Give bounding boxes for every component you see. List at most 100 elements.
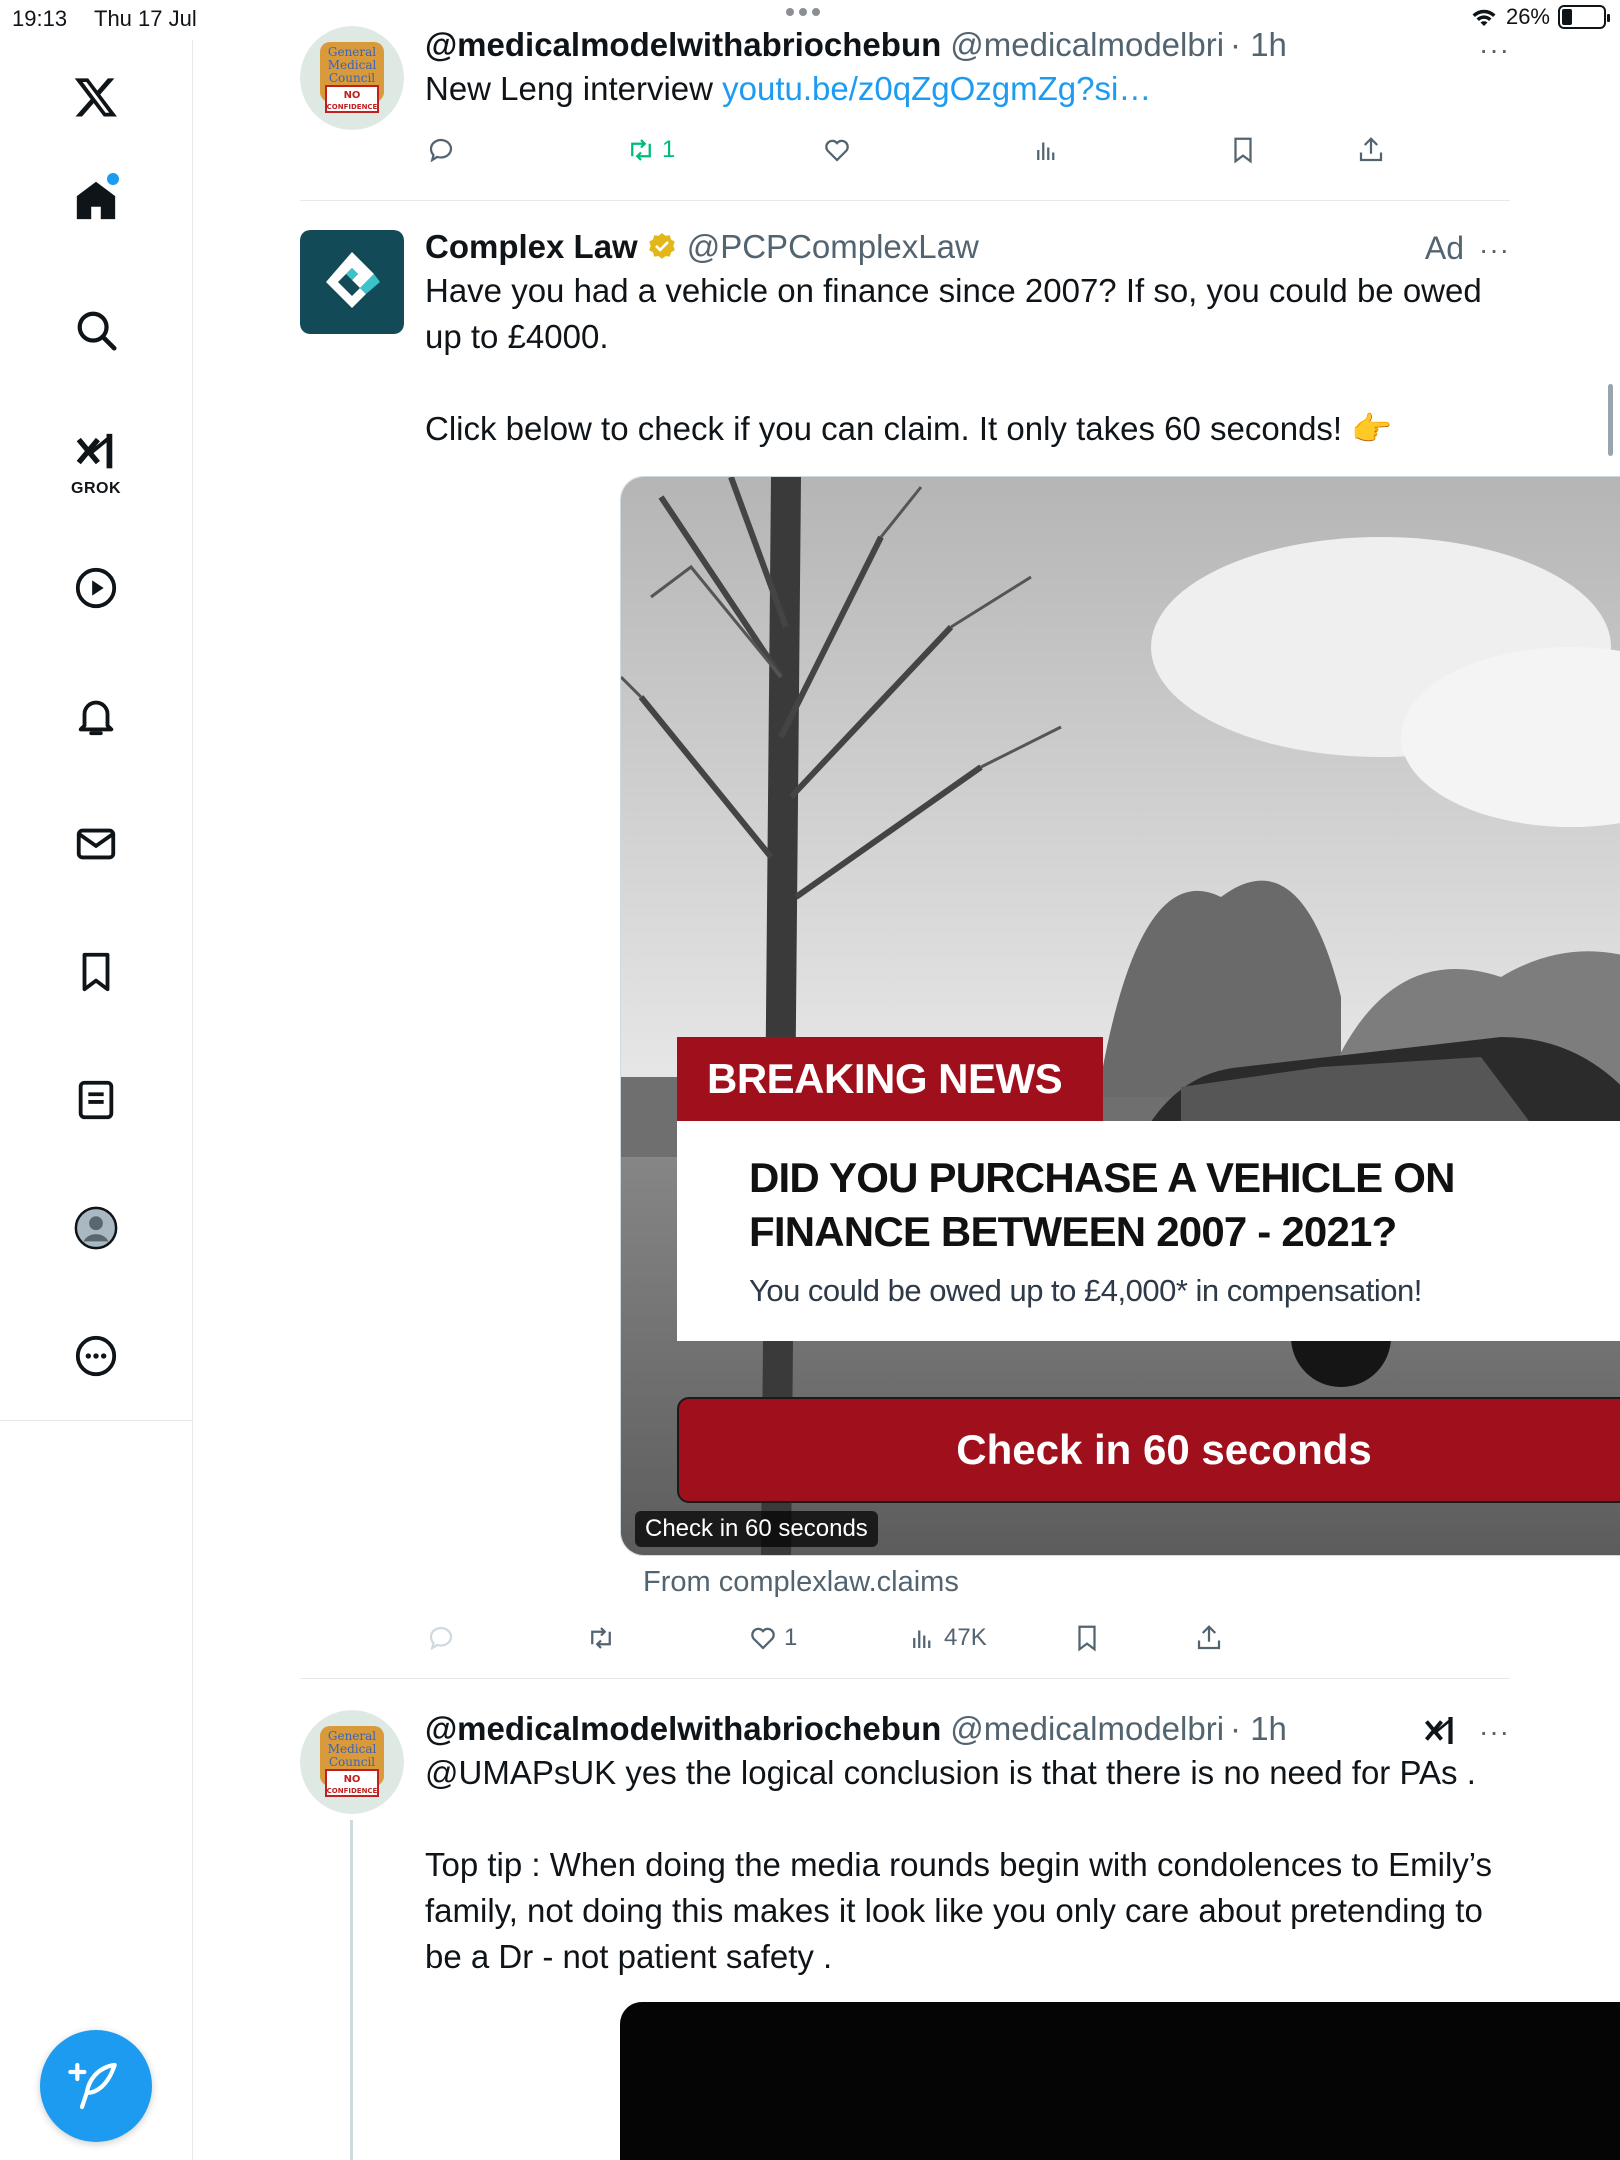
avatar[interactable]: General Medical Council NO CONFIDENCE <box>300 1710 404 1814</box>
lists-icon[interactable] <box>63 1067 129 1133</box>
retweet-button[interactable] <box>586 1623 616 1653</box>
bookmark-icon <box>1078 1625 1096 1652</box>
tweet-header: @medicalmodelwithabriochebun @medicalmod… <box>425 1710 1515 1748</box>
like-button[interactable] <box>822 135 852 165</box>
heart-icon <box>825 139 849 162</box>
avatar[interactable]: General Medical Council NO CONFIDENCE <box>300 26 404 130</box>
more-options-button[interactable]: ··· <box>1479 1716 1510 1748</box>
share-button[interactable] <box>1194 1623 1224 1653</box>
status-time: 19:13 <box>12 6 68 31</box>
bookmark-button[interactable] <box>1072 1623 1102 1653</box>
retweet-count: 1 <box>662 136 676 163</box>
timeline-feed[interactable]: General Medical Council NO CONFIDENCE @m… <box>194 0 1620 2160</box>
scrollbar-thumb[interactable] <box>1608 384 1613 456</box>
thread-line <box>350 1820 353 2160</box>
x-logo-icon[interactable] <box>63 64 129 130</box>
avatar-text-council: Council <box>329 1755 375 1769</box>
retweet-icon <box>631 139 651 161</box>
ad-headline-box: DID YOU PURCHASE A VEHICLE ON FINANCE BE… <box>677 1121 1620 1341</box>
share-icon <box>1359 137 1383 162</box>
avatar-text-confidence: CONFIDENCE <box>327 103 378 111</box>
display-name[interactable]: @medicalmodelwithabriochebun <box>425 26 941 64</box>
grok-icon[interactable] <box>63 420 129 486</box>
handle[interactable]: @PCPComplexLaw <box>687 228 979 266</box>
reply-button[interactable] <box>426 1623 456 1653</box>
tweet-text: New Leng interview youtu.be/z0qZgOzgmZg?… <box>425 66 1515 112</box>
avatar-text-no: NO <box>344 1774 361 1785</box>
tweet-text-line: Have you had a vehicle on finance since … <box>425 272 1482 355</box>
compose-button[interactable] <box>40 2030 152 2142</box>
tweet[interactable]: General Medical Council NO CONFIDENCE @m… <box>300 26 1510 196</box>
ad-headline: DID YOU PURCHASE A VEHICLE ON FINANCE BE… <box>749 1154 1455 1255</box>
sidebar-divider <box>0 1420 193 1421</box>
retweet-button[interactable]: 1 <box>626 135 675 165</box>
home-icon[interactable] <box>63 167 129 233</box>
share-button[interactable] <box>1356 135 1386 165</box>
profile-icon[interactable] <box>63 1195 129 1261</box>
notifications-icon[interactable] <box>63 683 129 749</box>
more-options-button[interactable]: ··· <box>1479 234 1510 266</box>
retweet-icon <box>591 1627 611 1649</box>
tweet-media[interactable] <box>620 2002 1620 2160</box>
ad-label: Ad <box>1424 230 1464 266</box>
ad-subline: You could be owed up to £4,000* in compe… <box>749 1273 1422 1308</box>
like-count: 1 <box>784 1624 798 1651</box>
timestamp[interactable]: · 1h <box>1230 26 1287 64</box>
more-icon[interactable] <box>63 1323 129 1389</box>
avatar-text-general: General <box>328 1729 376 1743</box>
tweet-header: @medicalmodelwithabriochebun @medicalmod… <box>425 26 1515 64</box>
views-button[interactable]: 47K <box>908 1623 987 1653</box>
ad-source-link[interactable]: From complexlaw.claims <box>643 1566 959 1599</box>
bookmarks-icon[interactable] <box>63 939 129 1005</box>
complexlaw-avatar[interactable] <box>300 230 404 334</box>
tweet-text: Have you had a vehicle on finance since … <box>425 268 1515 452</box>
tweet-divider <box>300 200 1510 201</box>
home-notification-dot <box>107 173 119 185</box>
tweet-text-line: Click below to check if you can claim. I… <box>425 410 1393 447</box>
bookmark-button[interactable] <box>1228 135 1258 165</box>
tweet-text-prefix: New Leng interview <box>425 70 723 107</box>
messages-icon[interactable] <box>63 811 129 877</box>
compose-icon <box>68 2062 117 2110</box>
grok-icon[interactable] <box>1422 1714 1458 1750</box>
tweet-header: Complex Law @PCPComplexLaw <box>425 228 1515 266</box>
tweet-text-line: Top tip : When doing the media rounds be… <box>425 1846 1493 1975</box>
more-options-button[interactable]: ··· <box>1479 34 1510 66</box>
sidebar-nav: GROK <box>0 40 193 2160</box>
tweet-actions: 1 <box>194 130 1620 170</box>
display-name[interactable]: Complex Law <box>425 228 638 266</box>
tweet-text: @UMAPsUK yes the logical conclusion is t… <box>425 1750 1515 1980</box>
check-in-60-seconds-button[interactable]: Check in 60 seconds <box>677 1397 1620 1503</box>
reply-icon <box>429 138 453 163</box>
video-icon[interactable] <box>63 555 129 621</box>
heart-icon <box>751 1627 775 1650</box>
views-icon <box>1037 142 1055 160</box>
share-icon <box>1197 1625 1221 1650</box>
views-icon <box>913 1630 931 1648</box>
avatar-text-council: Council <box>329 71 375 85</box>
tweet-actions: 1 47K <box>194 1618 1620 1658</box>
avatar-text-confidence: CONFIDENCE <box>327 1787 378 1795</box>
tweet-divider <box>300 1678 1510 1679</box>
views-button[interactable] <box>1032 135 1062 165</box>
like-button[interactable]: 1 <box>748 1623 797 1653</box>
bookmark-icon <box>1234 137 1252 164</box>
tweet-link[interactable]: youtu.be/z0qZgOzgmZg?si… <box>722 70 1151 107</box>
reply-button[interactable] <box>426 135 456 165</box>
avatar-text-medical: Medical <box>328 1742 377 1756</box>
handle[interactable]: @medicalmodelbri <box>950 1710 1224 1748</box>
avatar-text-no: NO <box>344 90 361 101</box>
grok-label: GROK <box>71 480 121 497</box>
tweet-text-line: @UMAPsUK yes the logical conclusion is t… <box>425 1754 1476 1791</box>
ad-background-photo <box>621 477 1620 1555</box>
view-count: 47K <box>944 1624 987 1651</box>
verified-badge-icon <box>648 233 675 259</box>
status-date: Thu 17 Jul <box>94 6 197 31</box>
handle[interactable]: @medicalmodelbri <box>950 26 1224 64</box>
display-name[interactable]: @medicalmodelwithabriochebun <box>425 1710 941 1748</box>
ad-media-card[interactable]: BREAKING NEWS DID YOU PURCHASE A VEHICLE… <box>620 476 1620 1556</box>
timestamp[interactable]: · 1h <box>1230 1710 1287 1748</box>
cta-chip[interactable]: Check in 60 seconds <box>635 1511 878 1547</box>
reply-icon <box>429 1626 453 1651</box>
search-icon[interactable] <box>63 297 129 363</box>
